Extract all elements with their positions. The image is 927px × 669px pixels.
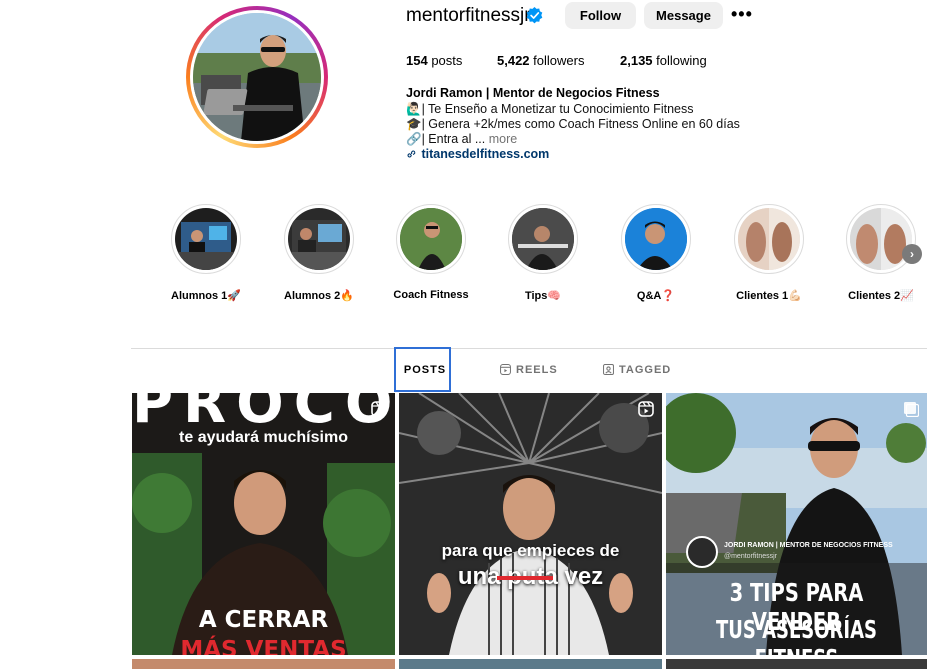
more-options-icon[interactable]: ••• [731,4,753,25]
highlight-ring [846,204,916,274]
tab-reels-label: REELS [516,363,558,376]
post-3-brand-name: JORDI RAMON | MENTOR DE NEGOCIOS FITNESS [724,542,893,549]
bio-line-3-text: 🔗| Entra al ... [406,132,486,146]
bio-line-2: 🎓| Genera +2k/mes como Coach Fitness Onl… [406,117,740,131]
post-3-brand-avatar [686,536,718,568]
carousel-icon [904,402,919,417]
profile-username: mentorfitnessjr [406,5,531,26]
bio-more-link[interactable]: more [489,132,517,146]
avatar-photo [193,13,321,141]
post-thumbnail-1[interactable]: PROCO te ayudará muchísimo A CERRAR MÁS … [132,393,395,655]
posts-stat: 154 posts [406,53,462,68]
tab-reels[interactable]: REELS [500,347,558,392]
chevron-right-icon[interactable]: › [902,244,922,264]
post-2-strike [497,576,553,580]
highlight-label: Tips🧠 [524,290,562,302]
posts-label: posts [431,53,463,68]
post-thumbnail-3[interactable]: JORDI RAMON | MENTOR DE NEGOCIOS FITNESS… [666,393,927,655]
following-stat[interactable]: 2,135 following [620,53,707,68]
highlight-coach-fitness[interactable]: Coach Fitness [393,204,469,301]
highlight-tips[interactable]: Tips🧠 [508,204,578,302]
follow-button[interactable]: Follow [565,2,636,29]
bio-name: Jordi Ramon | Mentor de Negocios Fitness [406,86,660,100]
highlight-ring [171,204,241,274]
highlight-cover [738,208,800,270]
highlight-cover [175,208,237,270]
highlight-ring [734,204,804,274]
post-thumbnail-2[interactable]: para que empieces de una puta vez [399,393,662,655]
highlight-qa[interactable]: Q&A❓ [621,204,691,302]
highlight-ring [508,204,578,274]
highlight-alumnos-2[interactable]: Alumnos 2🔥 [284,204,354,302]
posts-count: 154 [406,53,428,68]
highlight-clientes-2[interactable]: Clientes 2📈 [846,204,916,302]
verified-badge-icon [526,7,543,24]
highlight-label: Q&A❓ [636,290,676,302]
post-thumbnail-6[interactable] [666,659,927,669]
highlight-label: Coach Fitness [393,289,469,301]
post-thumbnail-5[interactable] [399,659,662,669]
highlight-label: Alumnos 2🔥 [284,290,354,302]
highlight-cover [288,208,350,270]
post-thumbnail-4[interactable] [132,659,395,669]
highlight-cover [400,208,462,270]
link-icon [407,150,416,158]
profile-avatar[interactable] [186,6,328,148]
bio-website-link[interactable]: titanesdelfitness.com [406,147,549,161]
message-button[interactable]: Message [644,2,723,29]
reel-icon [638,401,654,417]
highlight-ring [284,204,354,274]
post-1-caption-1: A CERRAR [198,607,329,633]
post-1-subtitle: te ayudará muchísimo [179,429,348,446]
highlight-clientes-1[interactable]: Clientes 1💪🏻 [734,204,804,302]
highlight-label: Alumnos 1🚀 [171,290,241,302]
tagged-icon [603,364,614,375]
reels-icon [500,364,511,375]
post-3-caption-2: TUS ASESORÍAS FITNESS [715,615,878,655]
highlight-ring [396,204,466,274]
followers-label: followers [533,53,585,68]
followers-stat[interactable]: 5,422 followers [497,53,584,68]
post-3-brand-handle: @mentorfitnessjr [724,553,778,560]
bio-line-1: 🙋🏻‍♂️| Te Enseño a Monetizar tu Conocimi… [406,102,694,116]
highlight-cover [512,208,574,270]
tab-posts[interactable]: POSTS [394,347,451,392]
tab-tagged-label: TAGGED [619,363,672,376]
reel-icon [371,401,387,417]
highlight-label: Clientes 1💪🏻 [736,290,802,302]
post-2-caption-1: para que empieces de [441,541,620,560]
highlight-ring [621,204,691,274]
following-label: following [656,53,707,68]
tab-posts-label: POSTS [403,363,447,376]
highlight-label: Clientes 2📈 [848,290,914,302]
avatar-inner [190,10,324,144]
post-2-image [399,393,662,655]
highlight-cover [850,208,912,270]
followers-count: 5,422 [497,53,530,68]
bio-website-text: titanesdelfitness.com [421,147,550,161]
post-1-caption-2: MÁS VENTAS [180,637,347,655]
highlight-cover [625,208,687,270]
highlight-alumnos-1[interactable]: Alumnos 1🚀 [171,204,241,302]
bio-line-3: 🔗| Entra al ... more [406,132,517,147]
tab-tagged[interactable]: TAGGED [603,347,671,392]
following-count: 2,135 [620,53,653,68]
